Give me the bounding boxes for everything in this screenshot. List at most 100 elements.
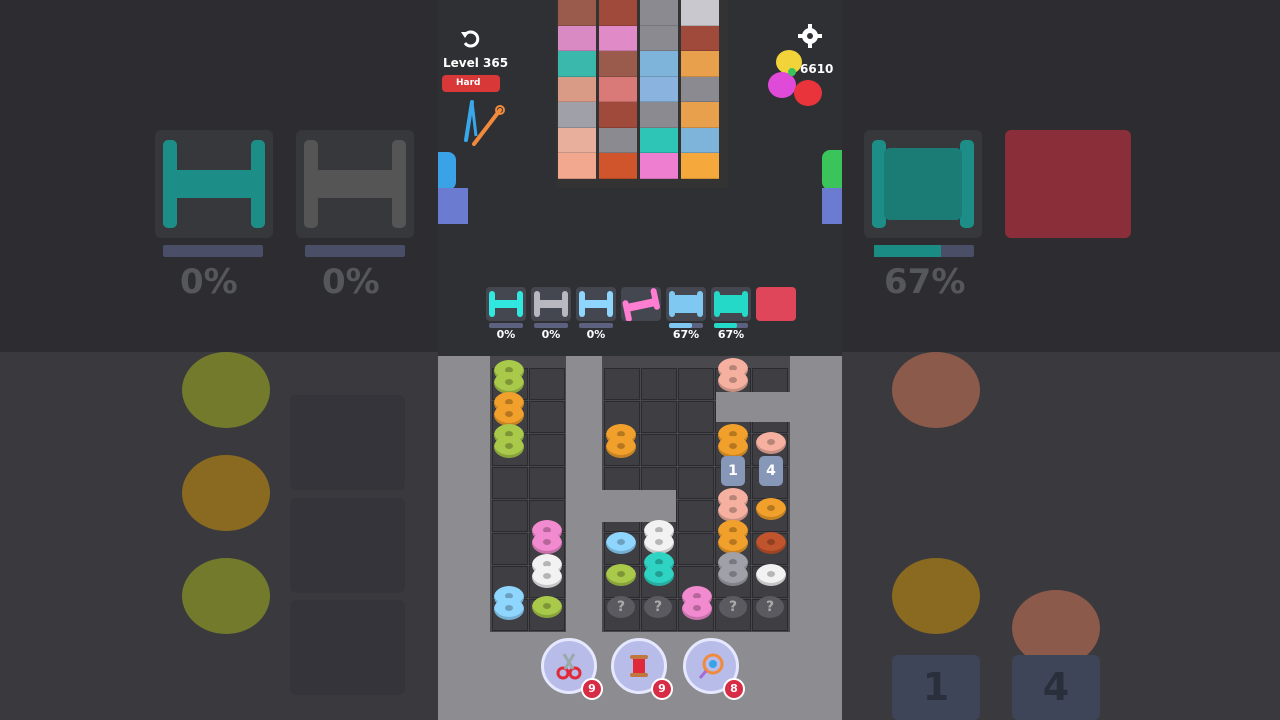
- grid-cell[interactable]: [529, 401, 565, 433]
- button-disc[interactable]: [606, 564, 636, 586]
- button-hole: [655, 571, 663, 577]
- spool-slot[interactable]: [531, 287, 571, 328]
- button-hole: [729, 377, 737, 383]
- yarn-ball-blue: [438, 152, 456, 190]
- button-disc[interactable]: [756, 432, 786, 454]
- spool-slot[interactable]: [576, 287, 616, 328]
- grid-cell[interactable]: [641, 434, 677, 466]
- background-left: 0% 0%: [0, 0, 438, 720]
- cloth-cell: [599, 76, 637, 102]
- background-button-disc: [892, 558, 980, 634]
- hidden-disc[interactable]: ?: [719, 596, 747, 618]
- coin-count: 6610: [800, 62, 834, 76]
- grid-cell[interactable]: [678, 533, 714, 565]
- scissors-icon: [556, 653, 582, 680]
- locked-slot-number[interactable]: 1: [721, 456, 745, 486]
- buttons-coin-icon: [768, 50, 828, 106]
- grid-cell[interactable]: [678, 467, 714, 499]
- spool-slot[interactable]: [711, 287, 751, 328]
- button-hole: [693, 605, 701, 611]
- button-disc[interactable]: [756, 564, 786, 586]
- safety-pins-icon[interactable]: [462, 96, 506, 152]
- cloth-column: [599, 0, 637, 179]
- locked-spool-slot[interactable]: [756, 287, 796, 321]
- button-disc[interactable]: [718, 564, 748, 586]
- button-disc[interactable]: [494, 404, 524, 426]
- grid-cell[interactable]: [529, 434, 565, 466]
- grid-cell[interactable]: [492, 500, 528, 532]
- button-hole: [729, 571, 737, 577]
- spool-slot[interactable]: [621, 287, 661, 322]
- spool-icon: [489, 291, 523, 317]
- grid-cell[interactable]: [529, 368, 565, 400]
- grid-cell[interactable]: [678, 434, 714, 466]
- button-disc[interactable]: [494, 598, 524, 620]
- button-disc[interactable]: [532, 596, 562, 618]
- button-disc[interactable]: [718, 532, 748, 554]
- button-disc[interactable]: [494, 372, 524, 394]
- button-disc[interactable]: [756, 498, 786, 520]
- cloth-column: [681, 0, 719, 179]
- background-button-disc: [182, 455, 270, 531]
- button-disc[interactable]: [494, 436, 524, 458]
- cloth-column: [640, 0, 678, 179]
- grid-cell[interactable]: [604, 368, 640, 400]
- spool-icon: [622, 288, 660, 322]
- spool-percent: 67%: [717, 328, 745, 341]
- button-disc[interactable]: [644, 532, 674, 554]
- button-hole: [655, 539, 663, 545]
- game-screen: 0% 0% 67% 1 4 Level 365 Hard 6610 1 4 ? …: [0, 0, 1280, 720]
- thread-spool-icon: [630, 655, 648, 677]
- hidden-disc[interactable]: ?: [607, 596, 635, 618]
- spool-slot[interactable]: [666, 287, 706, 328]
- button-disc[interactable]: [606, 436, 636, 458]
- button-disc[interactable]: [532, 566, 562, 588]
- cloth-cell: [558, 76, 596, 102]
- button-disc[interactable]: [606, 532, 636, 554]
- grid-cell[interactable]: [492, 467, 528, 499]
- grid-cell[interactable]: [529, 467, 565, 499]
- button-disc[interactable]: [718, 436, 748, 458]
- cloth-cell: [640, 51, 678, 77]
- cloth-board: [556, 0, 728, 188]
- locked-slot-number[interactable]: 4: [759, 456, 783, 486]
- yarn-stand: [438, 188, 468, 224]
- booster-count: 9: [581, 678, 603, 700]
- yarn-ball-green: [822, 150, 842, 190]
- magnet-icon: [698, 653, 724, 679]
- hidden-disc[interactable]: ?: [644, 596, 672, 618]
- difficulty-badge: Hard: [442, 75, 500, 92]
- undo-icon: [461, 30, 480, 48]
- spool-percent: 67%: [672, 328, 700, 341]
- hidden-disc[interactable]: ?: [756, 596, 784, 618]
- button-disc[interactable]: [718, 500, 748, 522]
- grid-cell[interactable]: [678, 401, 714, 433]
- level-label: Level 365: [443, 56, 509, 70]
- button-disc[interactable]: [532, 532, 562, 554]
- button-disc[interactable]: [682, 598, 712, 620]
- cloth-cell: [681, 127, 719, 153]
- grid-cell[interactable]: [641, 401, 677, 433]
- button-disc[interactable]: [756, 532, 786, 554]
- button-disc[interactable]: [644, 564, 674, 586]
- button-hole: [543, 603, 551, 609]
- grid-cell[interactable]: [641, 368, 677, 400]
- grid-cell[interactable]: [678, 500, 714, 532]
- background-progress-bar: [163, 245, 263, 257]
- spool-slot[interactable]: [486, 287, 526, 328]
- booster-count: 8: [723, 678, 745, 700]
- grid-cell[interactable]: [678, 368, 714, 400]
- gear-icon: [798, 24, 822, 48]
- cloth-cell: [558, 102, 596, 128]
- button-hole: [767, 571, 775, 577]
- button-disc[interactable]: [718, 370, 748, 392]
- cloth-cell: [640, 102, 678, 128]
- grid-cell[interactable]: [492, 533, 528, 565]
- undo-button[interactable]: [454, 22, 486, 54]
- background-spool-slot: [864, 130, 982, 238]
- spool-icon: [669, 291, 703, 317]
- cloth-cell: [599, 25, 637, 51]
- cloth-cell: [558, 51, 596, 77]
- cloth-cell: [558, 153, 596, 179]
- settings-button[interactable]: [794, 20, 826, 52]
